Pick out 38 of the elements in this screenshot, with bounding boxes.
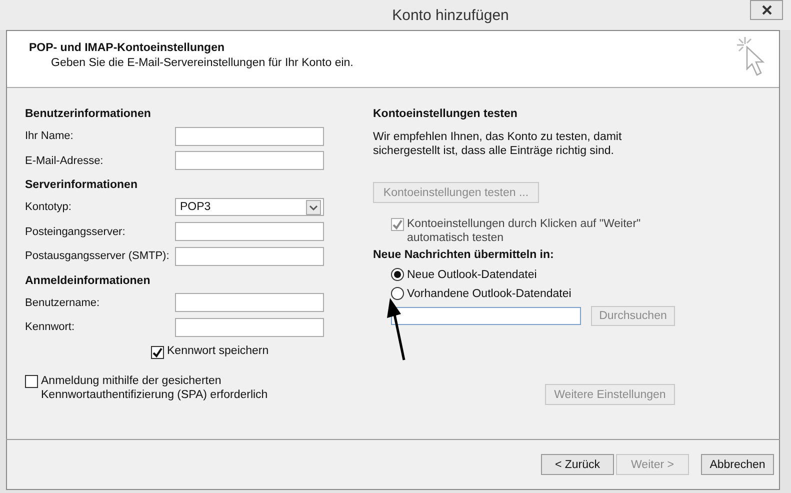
field-label: Kontotyp: xyxy=(25,201,72,214)
annotation-arrow xyxy=(386,298,408,362)
field-label: Kennwort: xyxy=(25,321,76,334)
text-input-field[interactable] xyxy=(175,318,324,337)
radio-label: Neue Outlook-Datendatei xyxy=(407,268,537,280)
field-label: Benutzername: xyxy=(25,296,101,309)
page-subtitle: Geben Sie die E-Mail-Servereinstellungen für Ihr Konto ein. xyxy=(51,57,354,69)
dialog-button[interactable]: < Zurück xyxy=(541,454,614,475)
text-input-field[interactable] xyxy=(175,246,324,266)
field-label: Posteingangsserver: xyxy=(25,226,126,238)
checkbox-label: Kennwort speichern xyxy=(167,344,269,356)
radio-button[interactable] xyxy=(391,287,404,300)
text-input-field[interactable] xyxy=(175,293,324,312)
section-heading: Neue Nachrichten übermitteln in: xyxy=(373,248,555,263)
close-icon[interactable] xyxy=(760,5,772,15)
section-heading: Benutzerinformationen xyxy=(25,107,152,122)
checkbox[interactable] xyxy=(25,374,38,388)
field-label: Postausgangsserver (SMTP): xyxy=(25,250,170,262)
text-input-field[interactable] xyxy=(175,151,324,170)
radio-label: Vorhandene Outlook-Datendatei xyxy=(407,288,572,300)
section-heading: Kontoeinstellungen testen xyxy=(373,107,518,122)
page-title: POP- und IMAP-Kontoeinstellungen xyxy=(29,42,226,54)
text-input-field[interactable] xyxy=(175,222,324,242)
text-input-field[interactable] xyxy=(175,126,324,146)
dialog-button[interactable]: Abbrechen xyxy=(701,454,774,475)
field-label: Ihr Name: xyxy=(25,130,74,142)
checkbox-label: Kontoeinstellungen durch Klicken auf "Weiter" automatisch testen xyxy=(407,217,641,245)
field-label: E-Mail-Adresse: xyxy=(25,154,104,167)
section-heading: Serverinformationen xyxy=(25,178,138,193)
account-type-dropdown[interactable]: POP3 xyxy=(175,198,324,216)
window-title: Konto hinzufügen xyxy=(392,6,509,24)
data-file-path-field[interactable] xyxy=(391,307,581,325)
checkbox[interactable] xyxy=(151,346,164,358)
checkbox-label: Anmeldung mithilfe der gesicherten Kennwortauthentifizierung (SPA) erforderlich xyxy=(41,374,268,402)
info-text: Wir empfehlen Ihnen, das Konto zu testen, damit sichergestellt ist, dass alle Einträge richtig sind. xyxy=(373,130,623,158)
close-button[interactable] xyxy=(750,0,783,20)
section-heading: Anmeldeinformationen xyxy=(25,274,152,288)
radio-button[interactable] xyxy=(391,268,404,281)
